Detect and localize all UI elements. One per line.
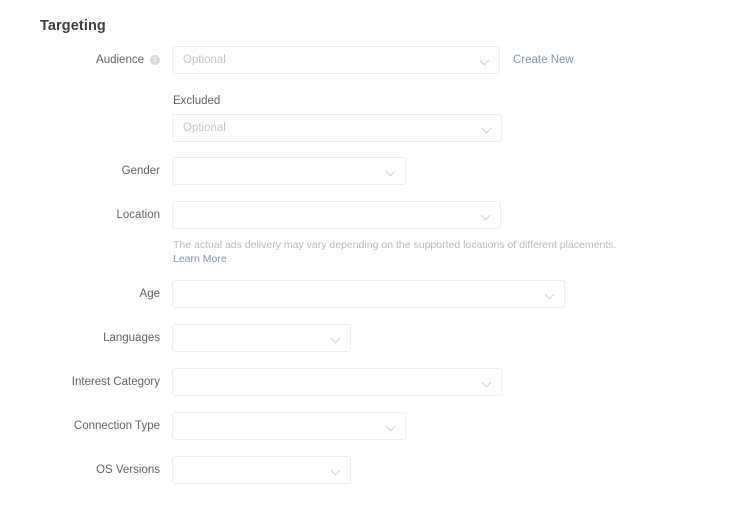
connection-type-label: Connection Type [73, 420, 160, 432]
chevron-down-icon [387, 423, 395, 431]
info-circle-icon[interactable] [150, 55, 160, 65]
os-versions-label: OS Versions [96, 464, 160, 476]
age-select[interactable] [172, 280, 565, 308]
chevron-down-icon [483, 379, 491, 387]
chevron-down-icon [387, 168, 395, 176]
chevron-down-icon [546, 291, 554, 299]
chevron-down-icon [332, 335, 340, 343]
page-title: Targeting [40, 18, 106, 34]
interest-category-select[interactable] [172, 368, 502, 396]
interest-category-label: Interest Category [71, 376, 160, 388]
excluded-label: Excluded [173, 95, 221, 107]
connection-type-select[interactable] [172, 412, 406, 440]
audience-select[interactable]: Optional [172, 46, 500, 74]
location-helper-text: The actual ads delivery may vary dependi… [173, 239, 617, 251]
languages-select[interactable] [172, 324, 351, 352]
age-label: Age [139, 288, 160, 300]
excluded-placeholder: Optional [183, 122, 226, 134]
audience-label-text: Audience [96, 54, 144, 66]
audience-label: Audience [0, 53, 160, 67]
location-select[interactable] [172, 201, 501, 229]
excluded-select[interactable]: Optional [172, 114, 502, 142]
learn-more-link[interactable]: Learn More [173, 252, 227, 266]
chevron-down-icon [332, 467, 340, 475]
audience-placeholder: Optional [183, 54, 226, 66]
chevron-down-icon [482, 212, 490, 220]
location-label: Location [116, 209, 160, 221]
targeting-form-page: Targeting Audience Optional Create New E… [0, 0, 730, 531]
chevron-down-icon [483, 125, 491, 133]
create-new-link[interactable]: Create New [513, 53, 574, 67]
languages-label: Languages [103, 332, 160, 344]
os-versions-select[interactable] [172, 456, 351, 484]
gender-select[interactable] [172, 157, 406, 185]
gender-label: Gender [121, 165, 160, 177]
chevron-down-icon [481, 57, 489, 65]
